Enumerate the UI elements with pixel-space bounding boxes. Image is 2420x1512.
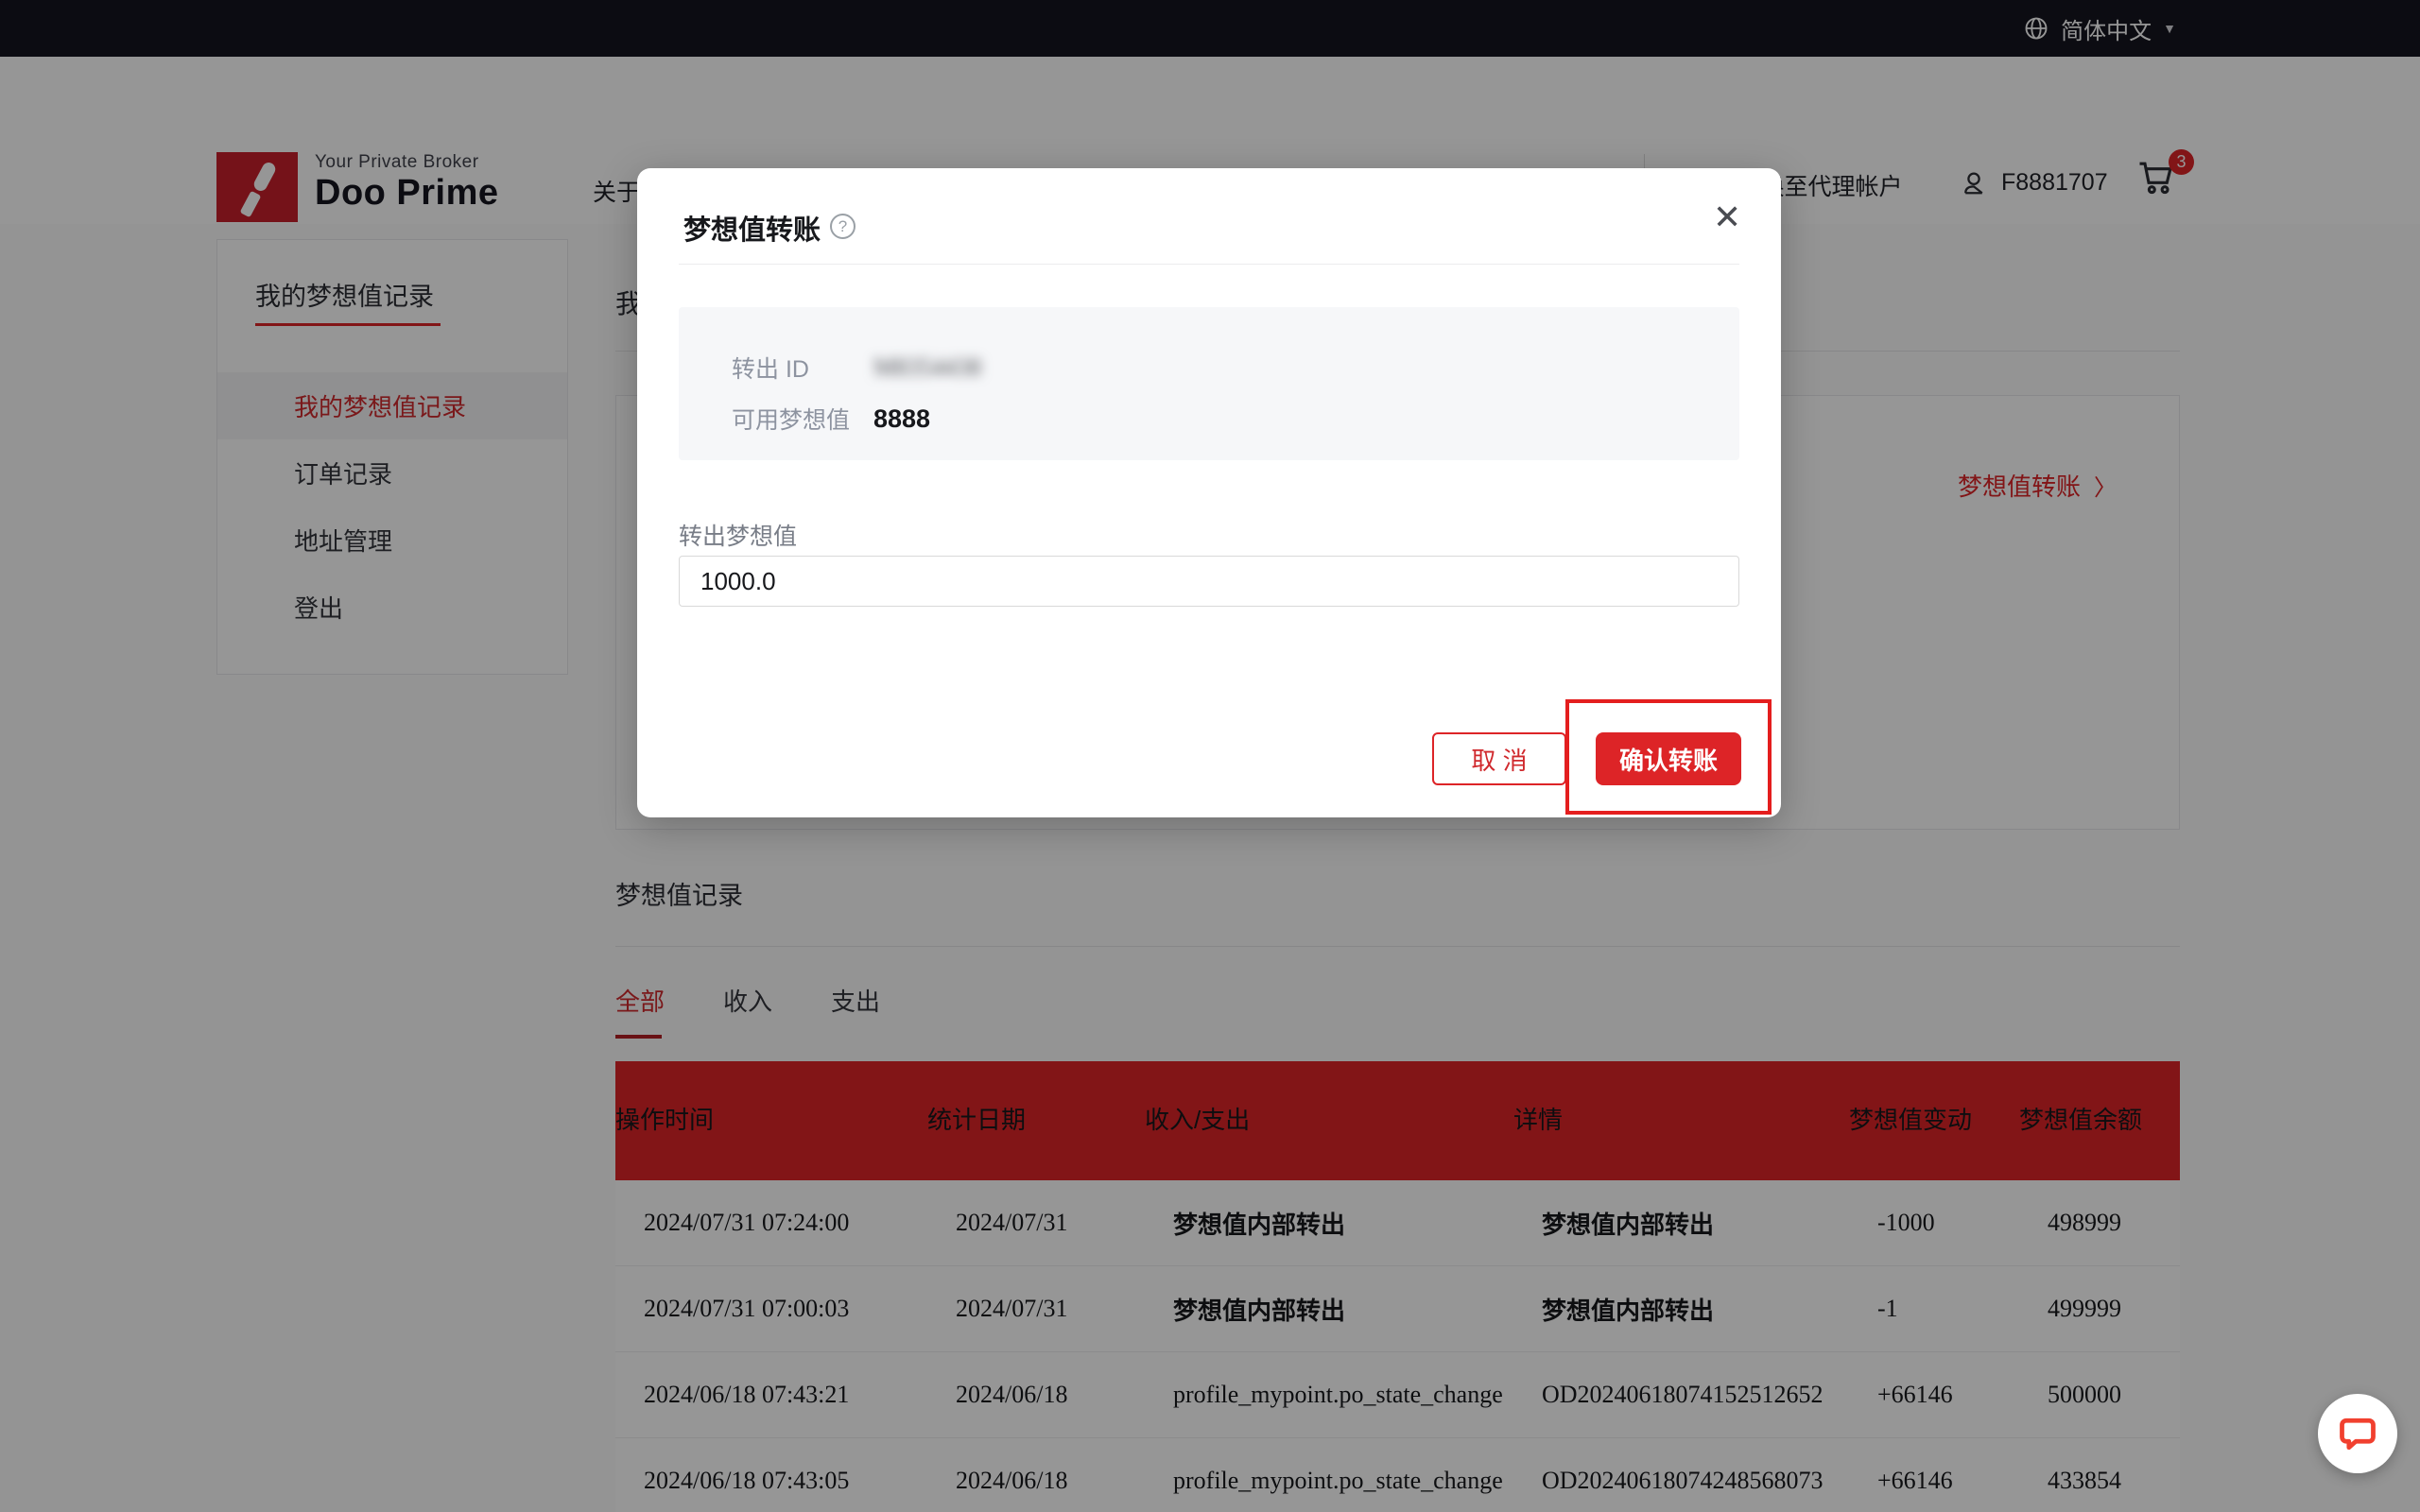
livechat-button[interactable] xyxy=(2318,1394,2397,1473)
help-icon[interactable]: ? xyxy=(830,214,856,239)
transfer-out-id-row: 转出 ID M8354438 xyxy=(732,351,1739,385)
transfer-amount-label: 转出梦想值 xyxy=(679,518,797,552)
chat-bubble-icon xyxy=(2337,1413,2378,1454)
modal-title: 梦想值转账 xyxy=(683,208,821,248)
available-dream-value-row: 可用梦想值 8888 xyxy=(732,402,1739,436)
transfer-amount-input[interactable] xyxy=(679,556,1739,607)
page: 简体中文 ▼ Your Private Broker Doo Prime 关于理… xyxy=(0,0,2420,1512)
transfer-out-id-value-masked: M8354438 xyxy=(873,353,981,382)
available-dream-value-label: 可用梦想值 xyxy=(732,402,873,436)
cancel-button[interactable]: 取 消 xyxy=(1432,732,1566,785)
modal-divider xyxy=(679,264,1739,265)
available-dream-value: 8888 xyxy=(873,404,930,434)
highlight-annotation xyxy=(1565,699,1772,815)
close-icon[interactable]: ✕ xyxy=(1707,195,1747,240)
transfer-info-box: 转出 ID M8354438 可用梦想值 8888 xyxy=(679,307,1739,460)
transfer-out-id-label: 转出 ID xyxy=(732,351,873,385)
